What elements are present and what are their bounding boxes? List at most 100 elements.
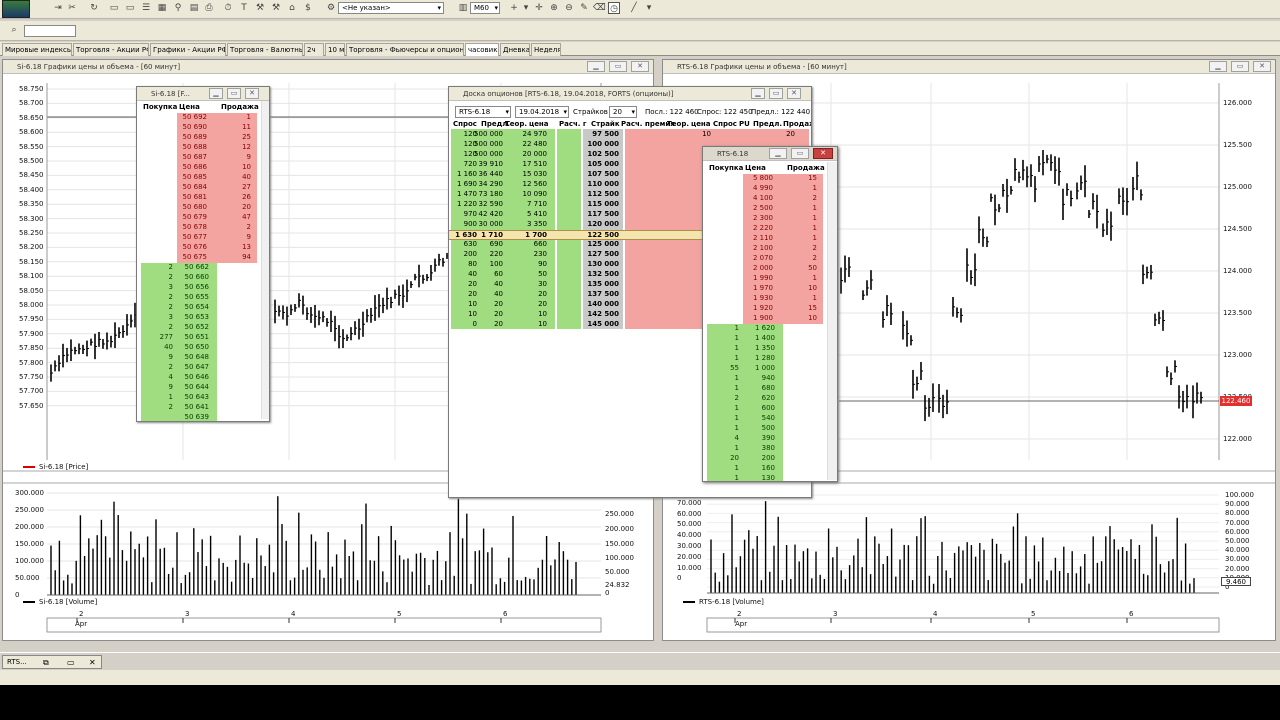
window2-icon[interactable]: ▭ xyxy=(124,2,136,14)
ask-row[interactable]: 50 684 27 xyxy=(137,183,257,193)
bid-row[interactable]: 1 1 280 xyxy=(703,354,823,364)
maximize-button[interactable]: ▭ xyxy=(769,88,783,99)
tab-item[interactable]: 10 м xyxy=(325,43,345,56)
alarm-icon[interactable]: ⏱ xyxy=(222,2,234,14)
ask-row[interactable]: 1 920 15 xyxy=(703,304,823,314)
tab-item[interactable]: Торговля - Фьючерсы и опционы xyxy=(346,43,464,56)
ask-row[interactable]: 2 100 2 xyxy=(703,244,823,254)
ask-row[interactable]: 50 678 2 xyxy=(137,223,257,233)
rts-order-book[interactable]: Покупка Цена Продажа 5 800 15 4 990 1 4 100 2 2 5… xyxy=(703,162,827,481)
ask-row[interactable]: 2 000 50 xyxy=(703,264,823,274)
minimize-button[interactable]: ▁ xyxy=(751,88,765,99)
bid-row[interactable]: 4 390 xyxy=(703,434,823,444)
bid-row[interactable]: 1 130 xyxy=(703,474,823,481)
scrollbar[interactable] xyxy=(827,162,837,480)
tab-item[interactable]: Торговля - Валютный рынок xyxy=(227,43,303,56)
option-row[interactable]: 120 500 000 24 970 97 500 10 20 xyxy=(449,130,809,140)
ask-row[interactable]: 50 681 26 xyxy=(137,193,257,203)
ask-row[interactable]: 50 686 10 xyxy=(137,163,257,173)
bid-row[interactable]: 4 50 646 xyxy=(137,373,257,383)
bid-row[interactable]: 1 500 xyxy=(703,424,823,434)
tab-item[interactable]: Мировые индексы xyxy=(2,43,72,56)
bid-row[interactable]: 1 1 350 xyxy=(703,344,823,354)
zoom-in-icon[interactable]: ⊕ xyxy=(548,2,560,14)
ask-row[interactable]: 2 220 1 xyxy=(703,224,823,234)
ask-row[interactable]: 50 687 9 xyxy=(137,153,257,163)
add-icon[interactable]: + xyxy=(508,2,520,14)
bid-row[interactable]: 9 50 644 xyxy=(137,383,257,393)
refresh-icon[interactable]: ↻ xyxy=(88,2,100,14)
ask-row[interactable]: 50 689 25 xyxy=(137,133,257,143)
bid-row[interactable]: 1 540 xyxy=(703,414,823,424)
bid-row[interactable]: 277 50 651 xyxy=(137,333,257,343)
close-button[interactable]: ✕ xyxy=(245,88,259,99)
chevron-down-icon[interactable]: ▾ xyxy=(520,2,532,14)
ask-row[interactable]: 50 692 1 xyxy=(137,113,257,123)
ask-row[interactable]: 1 930 1 xyxy=(703,294,823,304)
ask-row[interactable]: 5 800 15 xyxy=(703,174,823,184)
minimize-button[interactable]: ▁ xyxy=(209,88,223,99)
bid-row[interactable]: 1 1 620 xyxy=(703,324,823,334)
clock-icon[interactable]: ◷ xyxy=(608,2,620,14)
bid-row[interactable]: 3 50 656 xyxy=(137,283,257,293)
bid-row[interactable]: 1 940 xyxy=(703,374,823,384)
bid-row[interactable]: 1 600 xyxy=(703,404,823,414)
close-button[interactable]: ✕ xyxy=(813,148,833,159)
ask-row[interactable]: 2 500 1 xyxy=(703,204,823,214)
grid-icon[interactable]: ▦ xyxy=(156,2,168,14)
ask-row[interactable]: 50 690 11 xyxy=(137,123,257,133)
ask-row[interactable]: 4 100 2 xyxy=(703,194,823,204)
eraser-icon[interactable]: ⌫ xyxy=(593,2,606,14)
options-date-select[interactable]: 19.04.2018 ▾ xyxy=(515,106,569,118)
tool3-icon[interactable]: ⌂ xyxy=(286,2,298,14)
scrollbar[interactable] xyxy=(261,101,269,419)
tab-item[interactable]: часовик xyxy=(465,43,499,56)
bid-row[interactable]: 2 50 652 xyxy=(137,323,257,333)
ask-row[interactable]: 50 679 47 xyxy=(137,213,257,223)
account-select[interactable]: <Не указан> ▾ xyxy=(338,2,444,14)
bid-row[interactable]: 1 680 xyxy=(703,384,823,394)
window-icon[interactable]: ▭ xyxy=(108,2,120,14)
tool2-icon[interactable]: ⚒ xyxy=(270,2,282,14)
maximize-icon[interactable]: ▭ xyxy=(67,657,75,669)
tab-item[interactable]: Графики - Акции РФ xyxy=(150,43,226,56)
close-button[interactable]: ✕ xyxy=(787,88,801,99)
tab-item[interactable]: Торговля - Акции РФ xyxy=(73,43,149,56)
ask-row[interactable]: 1 900 10 xyxy=(703,314,823,324)
search-input[interactable] xyxy=(24,25,76,37)
ask-row[interactable]: 50 677 9 xyxy=(137,233,257,243)
tab-item[interactable]: 2ч xyxy=(304,43,324,56)
ask-row[interactable]: 2 070 2 xyxy=(703,254,823,264)
tab-item[interactable]: Дневка xyxy=(500,43,530,56)
bid-row[interactable]: 1 1 400 xyxy=(703,334,823,344)
zoom-out-icon[interactable]: ⊖ xyxy=(563,2,575,14)
ask-row[interactable]: 50 676 13 xyxy=(137,243,257,253)
ask-row[interactable]: 50 685 40 xyxy=(137,173,257,183)
options-asset-select[interactable]: RTS-6.18 ▾ xyxy=(455,106,511,118)
bid-row[interactable]: 2 50 641 xyxy=(137,403,257,413)
ask-row[interactable]: 1 970 10 xyxy=(703,284,823,294)
bid-row[interactable]: 55 1 000 xyxy=(703,364,823,374)
maximize-button[interactable]: ▭ xyxy=(227,88,241,99)
pencil-icon[interactable]: ✎ xyxy=(578,2,590,14)
chart-icon[interactable]: ⚲ xyxy=(172,2,184,14)
strikes-select[interactable]: 20 ▾ xyxy=(609,106,637,118)
bid-row[interactable]: 40 50 650 xyxy=(137,343,257,353)
close-icon[interactable]: ✕ xyxy=(89,657,96,669)
bid-row[interactable]: 2 620 xyxy=(703,394,823,404)
maximize-button[interactable]: ▭ xyxy=(791,148,809,159)
close-button[interactable]: ✕ xyxy=(1253,61,1271,72)
bid-row[interactable]: 1 380 xyxy=(703,444,823,454)
ask-row[interactable]: 50 680 20 xyxy=(137,203,257,213)
bid-row[interactable]: 2 50 662 xyxy=(137,263,257,273)
minimize-button[interactable]: ▁ xyxy=(1209,61,1227,72)
chevron-down-icon[interactable]: ▾ xyxy=(643,2,655,14)
arrow-icon[interactable]: ⇥ xyxy=(52,2,64,14)
ask-row[interactable]: 2 110 1 xyxy=(703,234,823,244)
bid-row[interactable]: 1 50 643 xyxy=(137,393,257,403)
bid-row[interactable]: 2 50 647 xyxy=(137,363,257,373)
bid-row[interactable]: 20 200 xyxy=(703,454,823,464)
bid-row[interactable]: 50 639 xyxy=(137,413,257,421)
account-icon[interactable]: ⚙ xyxy=(325,2,337,14)
taskbar-item[interactable]: RTS... ⧉ ▭ ✕ xyxy=(2,655,102,669)
